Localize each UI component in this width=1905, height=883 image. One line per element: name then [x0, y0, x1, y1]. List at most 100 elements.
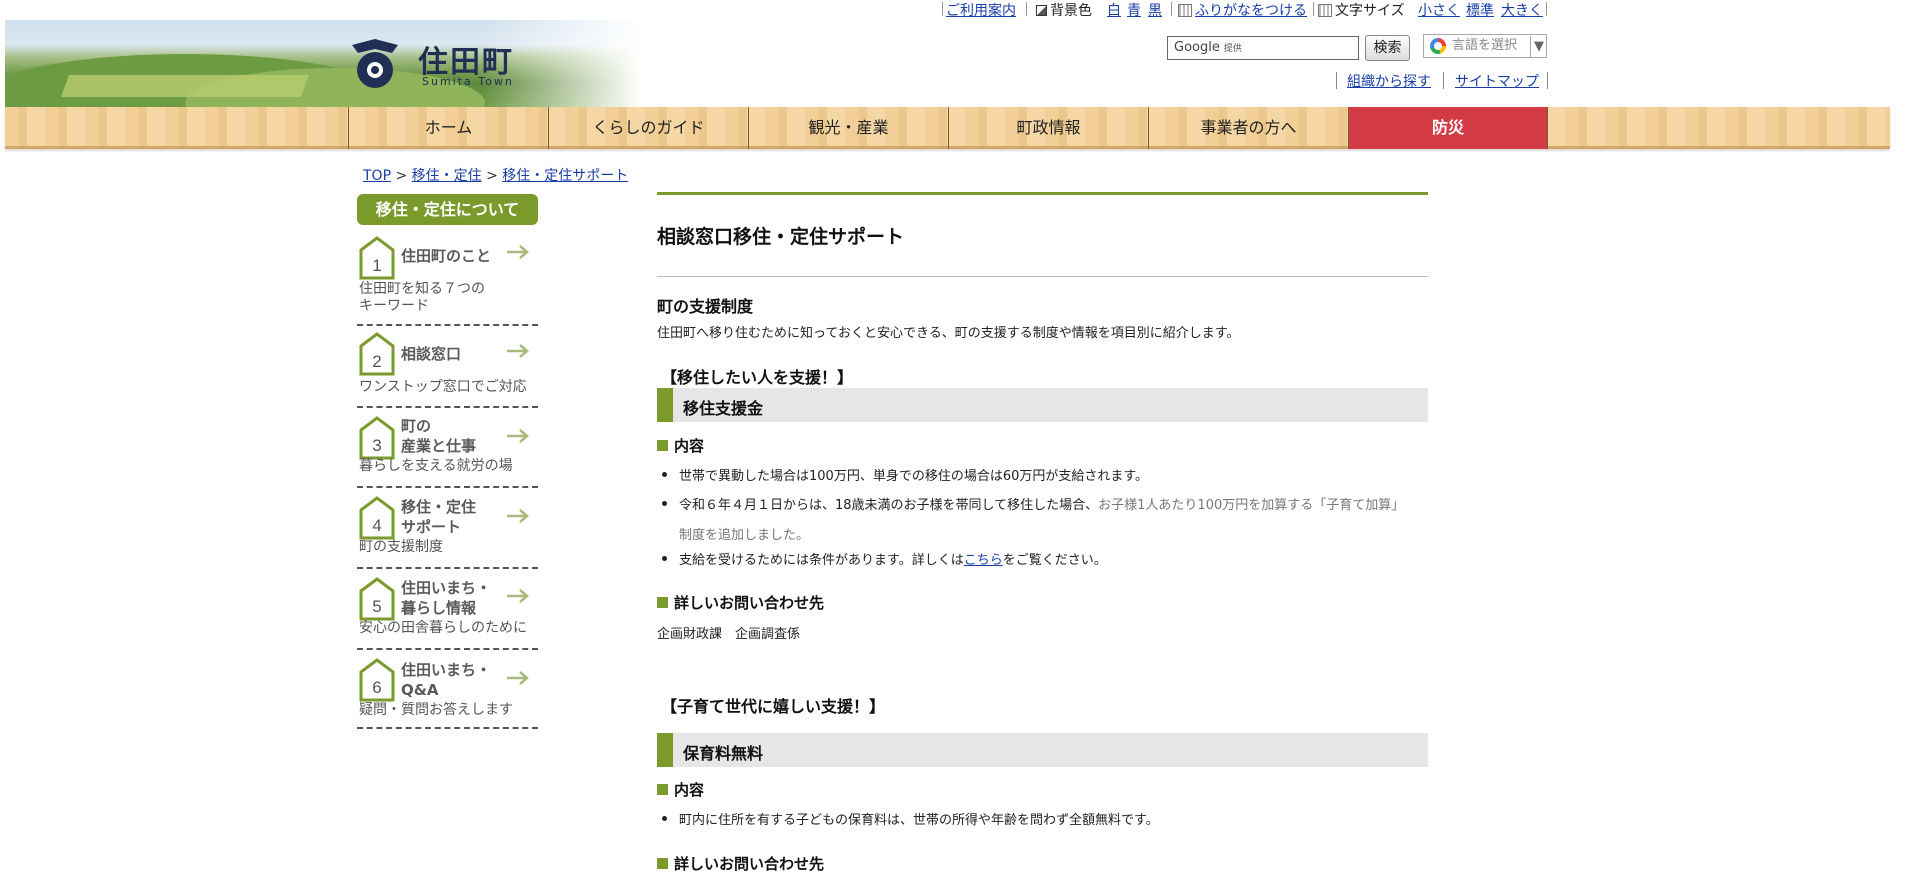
- sidebar-item-desc: 住田町を知る７つの キーワード: [359, 281, 485, 314]
- sidebar-item-desc: 安心の田舎暮らしのために: [359, 620, 527, 636]
- global-nav: ホーム くらしのガイド 観光・産業 町政情報 事業者の方へ 防災: [5, 107, 1890, 149]
- contact-heading: 詳しいお問い合わせ先: [657, 592, 824, 613]
- list-item: 町内に住所を有する子どもの保育料は、世帯の所得や年齢を問わず全額無料です。: [662, 809, 1159, 828]
- fontsize-text: 文字サイズ: [1335, 3, 1405, 19]
- support-heading: 町の支援制度: [657, 297, 754, 316]
- divider: [1546, 2, 1547, 16]
- search-button[interactable]: 検索: [1365, 35, 1410, 61]
- org-search-link[interactable]: 組織から探す: [1347, 71, 1431, 91]
- sidebar-item-5[interactable]: 5 住田いまち・ 暮らし情報安心の田舎暮らしのために: [357, 569, 538, 650]
- bg-blue-link[interactable]: 青: [1127, 0, 1141, 20]
- bg-black-link[interactable]: 黒: [1148, 0, 1162, 20]
- header-banner-image: [5, 20, 640, 108]
- section1-heading: 【移住したい人を支援！】: [661, 368, 854, 387]
- fontsize-label: 文字サイズ: [1318, 0, 1405, 20]
- bgcolor-label: 背景色: [1036, 0, 1092, 20]
- search-placeholder: Google: [1174, 40, 1220, 55]
- details-link[interactable]: こちら: [964, 553, 1003, 568]
- site-logo[interactable]: 住田町 Sumita Town: [348, 37, 518, 95]
- utility-bar: ご利用案内 背景色 白 青 黒 ふりがなをつける 文字サイズ 小さく 標準 大き…: [0, 0, 1905, 20]
- size-small-link[interactable]: 小さく: [1418, 0, 1460, 20]
- house-number-icon: 4: [359, 496, 395, 540]
- title-rule: [657, 192, 1428, 195]
- sidebar-item-desc: 町の支援制度: [359, 539, 443, 555]
- furigana-link[interactable]: ふりがなをつける: [1195, 3, 1307, 19]
- nav-tourism-industry[interactable]: 観光・産業: [748, 107, 948, 149]
- contact-heading: 詳しいお問い合わせ先: [657, 853, 824, 874]
- svg-text:3: 3: [372, 436, 381, 455]
- support-intro: 住田町へ移り住むために知っておくと安心できる、町の支援する制度や情報を項目別に紹…: [657, 326, 1240, 341]
- sidebar-heading[interactable]: 移住・定住について: [357, 194, 538, 225]
- language-select[interactable]: 言語を選択 ▼: [1423, 34, 1547, 58]
- sidebar-item-1[interactable]: 1 住田町のこと住田町を知る７つの キーワード: [357, 232, 538, 326]
- svg-text:2: 2: [372, 352, 381, 371]
- furigana-item[interactable]: ふりがなをつける: [1178, 0, 1307, 20]
- fontsize-icon: [1318, 4, 1332, 17]
- page-title: 相談窓口移住・定住サポート: [657, 226, 905, 248]
- sitemap-link[interactable]: サイトマップ: [1455, 71, 1539, 91]
- sidebar-item-title: 移住・定住 サポート: [401, 498, 477, 536]
- sidebar-item-desc: ワンストップ窓口でご対応: [359, 379, 527, 395]
- sidebar-item-3[interactable]: 3 町の 産業と仕事 暮らしを支える就労の場: [357, 408, 538, 488]
- house-number-icon: 6: [359, 658, 395, 702]
- arrow-right-icon: [507, 671, 529, 685]
- sidebar-item-title: 相談窓口: [401, 345, 462, 363]
- sidebar-item-title: 住田町のこと: [401, 247, 492, 265]
- sidebar-item-2[interactable]: 2 相談窓口ワンストップ窓口でご対応: [357, 326, 538, 408]
- divider: [1336, 72, 1337, 89]
- bgcolor-icon: [1036, 5, 1047, 16]
- breadcrumb-relocation[interactable]: 移住・定住: [412, 168, 482, 184]
- nav-town-info[interactable]: 町政情報: [948, 107, 1148, 149]
- size-normal-link[interactable]: 標準: [1466, 0, 1494, 20]
- divider: [657, 276, 1428, 277]
- chevron-down-icon: ▼: [1530, 36, 1544, 58]
- section2-heading: 【子育て世代に嬉しい支援！】: [661, 697, 886, 716]
- nav-business[interactable]: 事業者の方へ: [1148, 107, 1348, 149]
- search-by-text: 提供: [1223, 44, 1242, 54]
- breadcrumb-relocation-support[interactable]: 移住・定住サポート: [502, 168, 628, 184]
- breadcrumb-separator: >: [395, 168, 408, 184]
- logo-roman: Sumita Town: [422, 75, 514, 88]
- breadcrumb-separator: >: [486, 168, 498, 184]
- town-emblem-icon: [352, 39, 398, 88]
- svg-text:4: 4: [372, 516, 381, 535]
- house-number-icon: 3: [359, 416, 395, 460]
- breadcrumb-top[interactable]: TOP: [363, 168, 391, 184]
- language-select-label: 言語を選択: [1452, 38, 1518, 53]
- contents-heading: 内容: [657, 435, 704, 456]
- list-item: 世帯で異動した場合は100万円、単身での移住の場合は60万円が支給されます。: [661, 465, 1148, 484]
- furigana-icon: [1178, 4, 1192, 17]
- breadcrumb: TOP > 移住・定住 > 移住・定住サポート: [363, 165, 628, 185]
- house-number-icon: 1: [359, 236, 395, 280]
- page: ご利用案内 背景色 白 青 黒 ふりがなをつける 文字サイズ 小さく 標準 大き…: [0, 0, 1905, 883]
- list-item: 令和６年４月１日からは、18歳未満のお子様を帯同して移住した場合、お子様1人あた…: [661, 494, 1404, 513]
- sidebar-item-6[interactable]: 6 住田いまち・ Q&A 疑問・質問お答えします: [357, 650, 538, 729]
- contact-dept: 企画財政課 企画調査係: [657, 627, 801, 642]
- sidebar-item-title: 住田いまち・ 暮らし情報: [401, 579, 492, 617]
- house-number-icon: 5: [359, 577, 395, 621]
- nav-living-guide[interactable]: くらしのガイド: [548, 107, 748, 149]
- arrow-right-icon: [507, 589, 529, 603]
- arrow-right-icon: [507, 509, 529, 523]
- arrow-right-icon: [507, 429, 529, 443]
- sidebar-item-4[interactable]: 4 移住・定住 サポート町の支援制度: [357, 488, 538, 569]
- section1-bar: 移住支援金: [657, 388, 1428, 422]
- size-large-link[interactable]: 大きく: [1501, 0, 1543, 20]
- search-input[interactable]: Google 提供: [1167, 36, 1359, 60]
- divider: [1026, 2, 1027, 16]
- bg-white-link[interactable]: 白: [1107, 0, 1121, 20]
- google-icon: [1430, 38, 1446, 54]
- section2-bar-label: 保育料無料: [683, 744, 764, 763]
- guide-link[interactable]: ご利用案内: [946, 0, 1016, 20]
- section1-bar-label: 移住支援金: [683, 399, 764, 418]
- sidebar-item-desc: 暮らしを支える就労の場: [359, 458, 513, 474]
- svg-text:5: 5: [372, 597, 381, 616]
- nav-home[interactable]: ホーム: [348, 107, 548, 149]
- nav-disaster[interactable]: 防災: [1348, 107, 1548, 149]
- divider: [1443, 72, 1444, 89]
- divider: [1547, 72, 1548, 89]
- list-item-continued: 制度を追加しました。: [679, 528, 810, 543]
- section2-bar: 保育料無料: [657, 733, 1428, 767]
- contents-heading: 内容: [657, 779, 704, 800]
- divider: [942, 2, 943, 16]
